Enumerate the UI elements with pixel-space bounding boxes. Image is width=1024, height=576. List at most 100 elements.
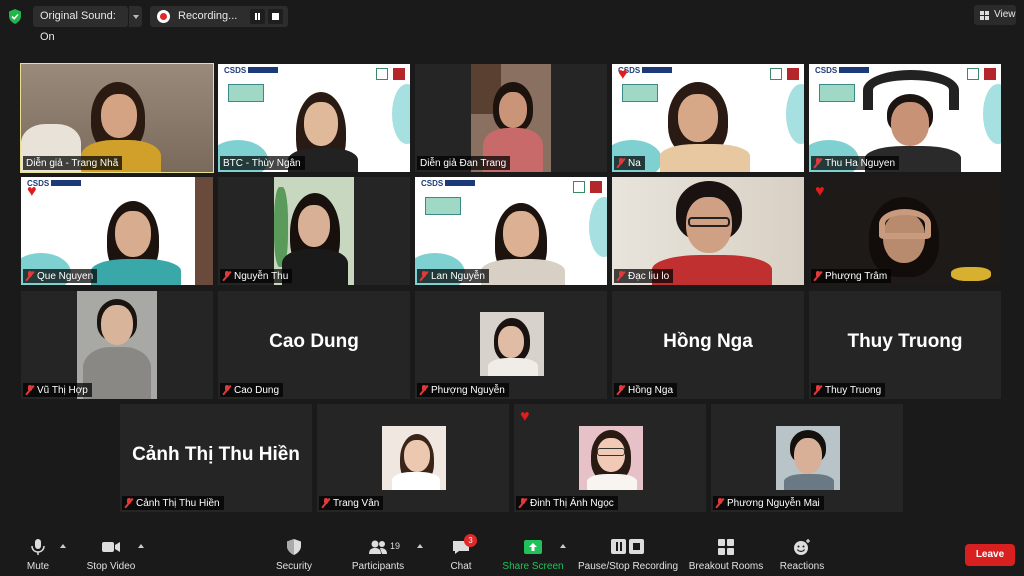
participant-name-label: Diễn giả Đan Trang <box>417 156 511 170</box>
video-options-chevron-icon[interactable] <box>138 544 144 548</box>
share-screen-label: Share Screen <box>502 561 564 572</box>
mic-muted-icon <box>617 385 625 395</box>
video-tile[interactable]: Thuy Truong Thuy Truong <box>809 291 1001 399</box>
participant-display-name: Thuy Truong <box>847 331 963 352</box>
mic-muted-icon <box>26 271 34 281</box>
video-tile[interactable]: CSDS Lan Nguyễn <box>415 177 607 285</box>
share-options-chevron-icon[interactable] <box>560 544 566 548</box>
video-tile[interactable]: Nguyễn Thu <box>218 177 410 285</box>
video-tile[interactable]: ♥ Đinh Thị Ánh Ngọc <box>514 404 706 512</box>
profile-photo <box>382 426 446 490</box>
participant-name-label: Đạc liu lo <box>614 269 674 283</box>
profile-photo <box>579 426 643 490</box>
participant-name-label: Que Nguyen <box>23 269 98 283</box>
participant-name-label: Lan Nguyễn <box>417 269 489 283</box>
mic-muted-icon <box>814 271 822 281</box>
participant-name-label: Phượng Nguyễn <box>417 383 509 397</box>
participants-options-chevron-icon[interactable] <box>417 544 423 548</box>
video-tile[interactable]: Phương Nguyễn Mai <box>711 404 903 512</box>
shield-icon <box>287 539 301 555</box>
video-tile[interactable]: Cao Dung Cao Dung <box>218 291 410 399</box>
mic-muted-icon <box>223 385 231 395</box>
mic-muted-icon <box>420 271 428 281</box>
top-bar: Original Sound: On Recording... View <box>0 0 1024 43</box>
participant-name-label: Thu Ha Nguyen <box>811 156 900 170</box>
video-tile[interactable]: Cảnh Thị Thu Hiền Cảnh Thị Thu Hiền <box>120 404 312 512</box>
stop-video-label: Stop Video <box>86 561 136 572</box>
participant-name-label: Na <box>614 156 645 170</box>
pause-stop-recording-label: Pause/Stop Recording <box>577 561 679 572</box>
mic-muted-icon <box>322 498 330 508</box>
participant-name-label: Diễn giả - Trang Nhã <box>23 156 123 170</box>
recording-label: Recording... <box>178 10 238 22</box>
mic-muted-icon <box>814 385 822 395</box>
participant-name-label: Phương Nguyễn Mai <box>713 496 824 510</box>
meeting-controls-toolbar: Mute Stop Video Security 19 Participants… <box>0 530 1024 576</box>
pause-recording-icon[interactable] <box>250 9 265 24</box>
pause-stop-recording-icon <box>611 539 644 554</box>
mute-label: Mute <box>26 561 50 572</box>
mic-muted-icon <box>26 385 34 395</box>
video-camera-icon <box>102 542 120 552</box>
heart-reaction-icon: ♥ <box>815 183 825 200</box>
recording-indicator: Recording... <box>150 6 288 27</box>
video-tile[interactable]: Đạc liu lo <box>612 177 804 285</box>
participants-icon <box>369 540 387 554</box>
mic-muted-icon <box>617 158 625 168</box>
heart-reaction-icon: ♥ <box>27 183 37 200</box>
heart-reaction-icon: ♥ <box>618 66 628 83</box>
heart-reaction-icon: ♥ <box>520 408 530 425</box>
video-tile[interactable]: Phượng Nguyễn <box>415 291 607 399</box>
microphone-icon <box>31 539 45 555</box>
video-tile[interactable]: CSDS BTC - Thùy Ngân <box>218 64 410 172</box>
participant-name-label: Phượng Trâm <box>811 269 892 283</box>
participant-name-label: Thuy Truong <box>811 383 886 397</box>
mic-muted-icon <box>519 498 527 508</box>
share-screen-icon <box>524 540 542 554</box>
shield-icon[interactable] <box>8 9 22 24</box>
chat-unread-badge: 3 <box>464 534 477 547</box>
video-tile[interactable]: Diễn giả - Trang Nhã <box>20 63 214 173</box>
participant-name-label: BTC - Thùy Ngân <box>220 156 305 170</box>
reactions-label: Reactions <box>779 561 825 572</box>
video-tile[interactable]: Diễn giả Đan Trang <box>415 64 607 172</box>
zoom-meeting-window: Original Sound: On Recording... View Diễ… <box>0 0 1024 576</box>
mic-muted-icon <box>125 498 133 508</box>
view-label: View <box>994 9 1016 20</box>
stop-recording-icon[interactable] <box>268 9 283 24</box>
chat-label: Chat <box>450 561 472 572</box>
profile-photo <box>776 426 840 490</box>
view-button[interactable]: View <box>974 5 1016 25</box>
video-tile[interactable]: Vũ Thị Hợp <box>21 291 213 399</box>
participant-name-label: Cao Dung <box>220 383 284 397</box>
participant-name-label: Cảnh Thị Thu Hiền <box>122 496 224 510</box>
video-tile[interactable]: Trang Vân <box>317 404 509 512</box>
participant-name-label: Vũ Thị Hợp <box>23 383 92 397</box>
participant-display-name: Cảnh Thị Thu Hiền <box>132 444 300 465</box>
original-sound-button[interactable]: Original Sound: On <box>33 6 128 43</box>
video-tile[interactable]: CSDS ♥ Na <box>612 64 804 172</box>
mic-muted-icon <box>617 271 625 281</box>
mic-muted-icon <box>716 498 724 508</box>
breakout-rooms-label: Breakout Rooms <box>688 561 764 572</box>
video-tile[interactable]: Hồng Nga Hồng Nga <box>612 291 804 399</box>
smiley-icon <box>794 539 810 555</box>
video-tile[interactable]: ♥ Phượng Trâm <box>809 177 1001 285</box>
participant-name-label: Đinh Thị Ánh Ngọc <box>516 496 618 510</box>
grid-icon <box>980 11 989 20</box>
security-label: Security <box>275 561 313 572</box>
mute-options-chevron-icon[interactable] <box>60 544 66 548</box>
participant-name-label: Trang Vân <box>319 496 384 510</box>
video-tile[interactable]: CSDS Thu Ha Nguyen <box>809 64 1001 172</box>
participant-display-name: Hồng Nga <box>663 331 753 352</box>
profile-photo <box>480 312 544 376</box>
breakout-rooms-icon <box>718 539 734 555</box>
chevron-down-icon[interactable] <box>128 6 142 27</box>
video-tile[interactable]: CSDS ♥ Que Nguyen <box>21 177 213 285</box>
recording-dot-icon <box>157 10 170 23</box>
mic-muted-icon <box>223 271 231 281</box>
leave-button[interactable]: Leave <box>965 544 1015 566</box>
participant-display-name: Cao Dung <box>269 331 359 352</box>
mic-muted-icon <box>814 158 822 168</box>
participants-label: Participants <box>351 561 405 572</box>
